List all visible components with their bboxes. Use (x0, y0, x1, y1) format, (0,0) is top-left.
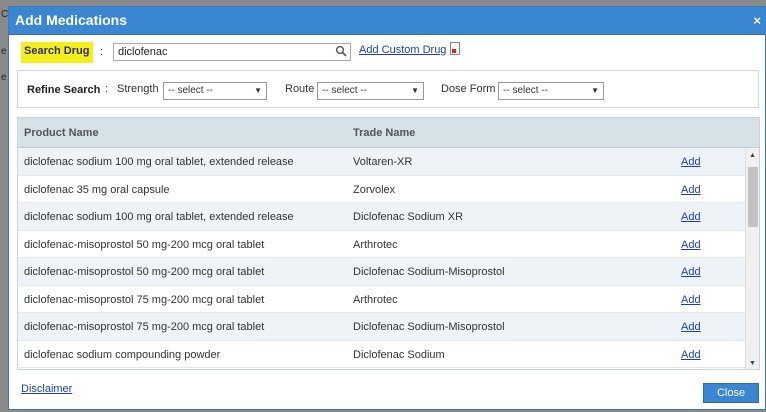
search-drug-input[interactable] (113, 43, 351, 61)
column-header-product-name[interactable]: Product Name (24, 127, 99, 139)
add-button[interactable]: Add (681, 211, 701, 223)
close-button[interactable]: Close (703, 383, 759, 403)
table-row: diclofenac-misoprostol 50 mg-200 mcg ora… (18, 258, 759, 286)
strength-select-value: -- select -- (168, 85, 213, 96)
table-row: diclofenac-misoprostol 75 mg-200 mcg ora… (18, 286, 759, 313)
disclaimer-link[interactable]: Disclaimer (21, 383, 72, 395)
trade-name-cell: Diclofenac Sodium (353, 348, 445, 361)
grid-header: Product Name Trade Name (18, 118, 759, 148)
route-select-value: -- select -- (322, 85, 367, 96)
add-custom-drug-link[interactable]: Add Custom Drug (359, 44, 446, 56)
product-name-cell: diclofenac-misoprostol 50 mg-200 mcg ora… (24, 238, 265, 251)
trade-name-cell: Diclofenac Sodium XR (353, 211, 464, 223)
search-colon: : (100, 46, 104, 58)
dose-form-select-value: -- select -- (503, 85, 548, 96)
search-row: Search Drug : Add Custom Drug (9, 42, 765, 65)
table-row: diclofenac-misoprostol 50 mg-200 mcg ora… (18, 231, 759, 258)
scroll-down-arrow-icon[interactable]: ▼ (749, 360, 756, 367)
route-select[interactable]: -- select -- ▼ (317, 82, 424, 100)
backdrop-text: e (1, 72, 7, 83)
add-button[interactable]: Add (681, 294, 701, 306)
add-button[interactable]: Add (681, 239, 701, 251)
close-icon[interactable]: × (753, 13, 761, 28)
product-name-cell: diclofenac sodium compounding powder (24, 348, 221, 361)
product-name-cell: diclofenac sodium 100 mg oral tablet, ex… (24, 156, 294, 168)
add-button[interactable]: Add (681, 321, 701, 333)
product-name-cell: diclofenac-misoprostol 50 mg-200 mcg ora… (24, 266, 265, 278)
table-row: diclofenac-misoprostol 75 mg-200 mcg ora… (18, 313, 759, 341)
scroll-up-arrow-icon[interactable]: ▲ (749, 152, 756, 159)
product-name-cell: diclofenac 35 mg oral capsule (24, 183, 170, 196)
results-grid: Product Name Trade Name diclofenac sodiu… (17, 117, 760, 370)
table-row: diclofenac sodium compounding powder Dic… (18, 341, 759, 368)
table-row: diclofenac sodium 100 mg oral tablet, ex… (18, 203, 759, 231)
product-name-cell: diclofenac-misoprostol 75 mg-200 mcg ora… (24, 293, 265, 306)
route-label: Route (285, 83, 315, 95)
strength-label: Strength (117, 83, 159, 95)
table-row: diclofenac 35 mg oral capsule Zorvolex A… (18, 176, 759, 203)
trade-name-cell: Arthrotec (353, 238, 398, 251)
trade-name-cell: Zorvolex (353, 183, 396, 196)
dose-form-label: Dose Form (441, 83, 496, 95)
refine-search-label: Refine Search (27, 84, 101, 96)
add-medications-dialog: Add Medications × Search Drug : Add Cust… (8, 6, 766, 410)
dose-form-select[interactable]: -- select -- ▼ (498, 82, 604, 100)
trade-name-cell: Voltaren-XR (353, 156, 413, 168)
chevron-down-icon: ▼ (411, 86, 419, 95)
grid-scrollbar[interactable]: ▲ ▼ (745, 149, 759, 369)
chevron-down-icon: ▼ (591, 86, 599, 95)
refine-colon: : (105, 83, 109, 95)
trade-name-cell: Diclofenac Sodium-Misoprostol (353, 321, 505, 333)
add-button[interactable]: Add (681, 349, 701, 361)
table-row: diclofenac sodium 100 mg oral tablet, ex… (18, 148, 759, 176)
search-drug-label: Search Drug (21, 42, 94, 63)
document-add-icon[interactable] (450, 42, 460, 55)
add-button[interactable]: Add (681, 266, 701, 278)
trade-name-cell: Diclofenac Sodium-Misoprostol (353, 266, 505, 278)
dialog-titlebar: Add Medications × (9, 7, 765, 35)
trade-name-cell: Arthrotec (353, 293, 398, 306)
refine-search-panel: Refine Search : Strength -- select -- ▼ … (17, 70, 759, 108)
product-name-cell: diclofenac-misoprostol 75 mg-200 mcg ora… (24, 321, 265, 333)
column-header-trade-name[interactable]: Trade Name (353, 127, 415, 139)
add-button[interactable]: Add (681, 184, 701, 196)
product-name-cell: diclofenac sodium 100 mg oral tablet, ex… (24, 211, 294, 223)
add-button[interactable]: Add (681, 156, 701, 168)
dialog-title: Add Medications (15, 12, 128, 28)
search-icon[interactable] (334, 45, 348, 59)
scrollbar-thumb[interactable] (748, 167, 758, 227)
strength-select[interactable]: -- select -- ▼ (163, 82, 267, 100)
chevron-down-icon: ▼ (254, 86, 262, 95)
backdrop-text: e (1, 46, 7, 57)
